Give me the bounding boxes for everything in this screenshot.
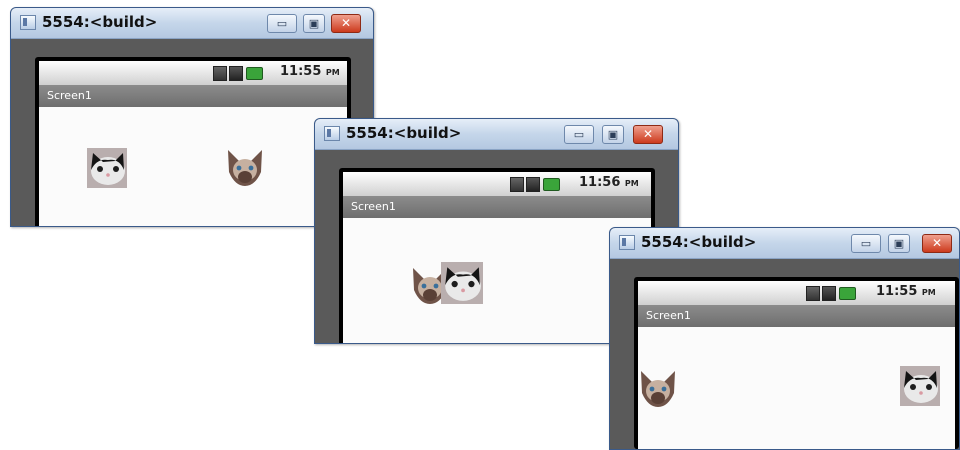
clock-time: 11:55: [876, 284, 918, 299]
screen-title: Screen1: [646, 309, 691, 322]
canvas[interactable]: [638, 327, 955, 449]
black-white-cat-sprite[interactable]: [87, 148, 127, 188]
status-bar: 11:55 PM: [39, 61, 347, 85]
maximize-button[interactable]: ▣: [888, 234, 910, 253]
signal-icon: [526, 177, 540, 192]
signal-icon: [229, 66, 243, 81]
app-title-bar: Screen1: [638, 305, 955, 327]
title-bar[interactable]: 5554:<build> ▭ ▣ ✕: [11, 8, 373, 39]
title-bar[interactable]: 5554:<build> ▭ ▣ ✕: [610, 228, 959, 259]
clock-ampm: PM: [921, 288, 936, 297]
emulator-window-3: 5554:<build> ▭ ▣ ✕ 11:55 PM Screen1: [609, 227, 960, 450]
siamese-cat-sprite[interactable]: [225, 148, 265, 188]
app-icon: [20, 15, 36, 30]
maximize-button[interactable]: ▣: [602, 125, 624, 144]
close-button[interactable]: ✕: [331, 14, 361, 33]
status-bar: 11:56 PM: [343, 172, 651, 196]
3g-icon: [806, 286, 820, 301]
device-screen: 11:56 PM Screen1: [339, 168, 655, 343]
minimize-button[interactable]: ▭: [564, 125, 594, 144]
close-button[interactable]: ✕: [633, 125, 663, 144]
minimize-button[interactable]: ▭: [267, 14, 297, 33]
status-clock: 11:56 PM: [579, 175, 639, 190]
battery-icon: [543, 178, 560, 191]
app-title-bar: Screen1: [343, 196, 651, 218]
status-bar: 11:55 PM: [638, 281, 955, 305]
minimize-button[interactable]: ▭: [851, 234, 881, 253]
battery-icon: [839, 287, 856, 300]
signal-icon: [822, 286, 836, 301]
status-clock: 11:55 PM: [876, 284, 936, 299]
device-screen: 11:55 PM Screen1: [634, 277, 959, 449]
3g-icon: [510, 177, 524, 192]
battery-icon: [246, 67, 263, 80]
clock-time: 11:56: [579, 175, 621, 190]
app-title-bar: Screen1: [39, 85, 347, 107]
screen-title: Screen1: [47, 89, 92, 102]
status-clock: 11:55 PM: [280, 64, 340, 79]
canvas[interactable]: [343, 218, 651, 343]
clock-time: 11:55: [280, 64, 322, 79]
close-button[interactable]: ✕: [922, 234, 952, 253]
window-title: 5554:<build>: [42, 13, 158, 31]
app-icon: [619, 235, 635, 250]
title-bar[interactable]: 5554:<build> ▭ ▣ ✕: [315, 119, 678, 150]
window-title: 5554:<build>: [641, 233, 757, 251]
device-screen: 11:55 PM Screen1: [35, 57, 351, 226]
app-icon: [324, 126, 340, 141]
screen-title: Screen1: [351, 200, 396, 213]
clock-ampm: PM: [624, 179, 639, 188]
black-white-cat-sprite[interactable]: [441, 262, 483, 304]
siamese-cat-sprite[interactable]: [638, 369, 678, 409]
clock-ampm: PM: [325, 68, 340, 77]
maximize-button[interactable]: ▣: [303, 14, 325, 33]
3g-icon: [213, 66, 227, 81]
black-white-cat-sprite[interactable]: [900, 366, 940, 406]
window-title: 5554:<build>: [346, 124, 462, 142]
canvas[interactable]: [39, 107, 347, 226]
